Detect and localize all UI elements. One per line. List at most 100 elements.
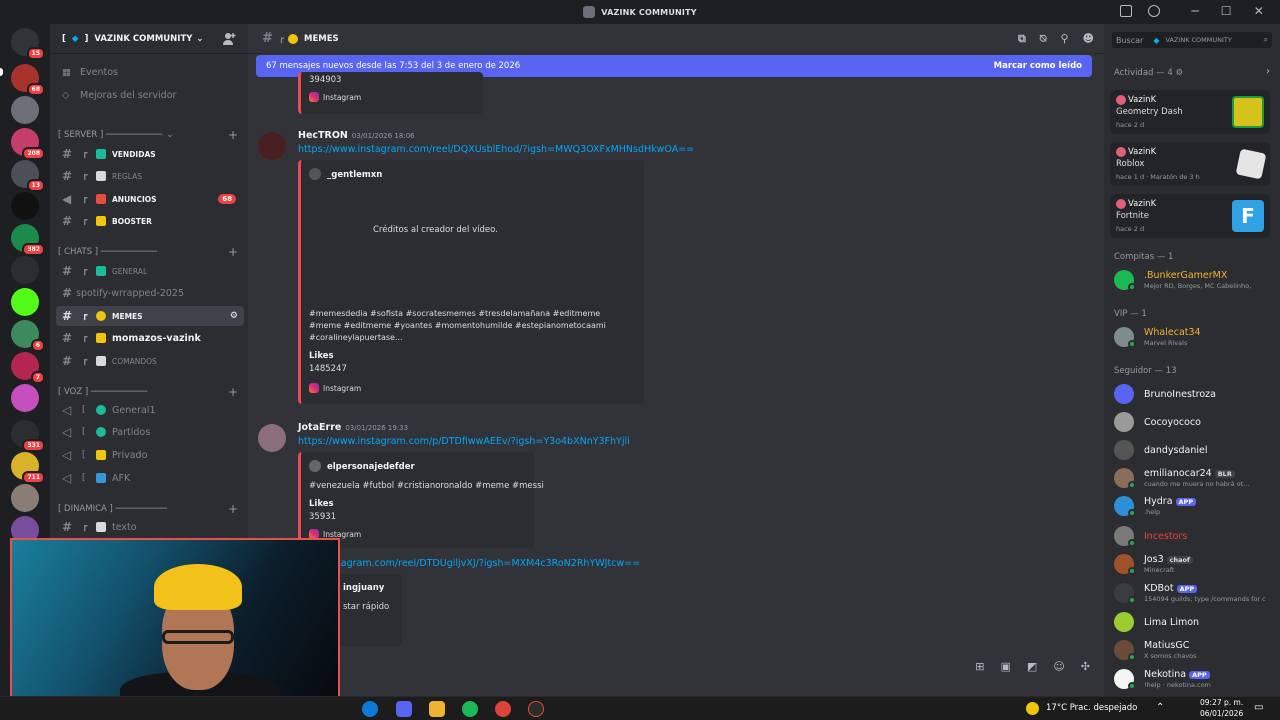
message-link[interactable]: https://www.instagram.com/reel/DQXUsblEh… <box>298 144 694 155</box>
member-item[interactable]: BrunoInestroza <box>1114 381 1274 407</box>
emoji-icon[interactable]: ☺ <box>1053 660 1064 673</box>
chevron-right-icon[interactable]: › <box>1266 66 1270 77</box>
member-item[interactable]: Nekotina APP !help · nekotina.com <box>1114 666 1274 692</box>
close-button[interactable]: ✕ <box>1254 4 1264 18</box>
member-item[interactable]: Whalecat34 Marvel Rivals <box>1114 324 1274 350</box>
server-icon[interactable] <box>11 484 39 512</box>
voice-channel-partidos[interactable]: ◁ [ Partidos <box>56 422 244 442</box>
voice-channel-afk[interactable]: ◁ [ AFK <box>56 468 244 488</box>
member-item[interactable]: KDBot APP 154094 guilds; type /commands f… <box>1114 580 1274 606</box>
clock-time[interactable]: 09:27 p. m. <box>1200 698 1243 707</box>
member-item[interactable]: Lima Limon <box>1114 609 1274 635</box>
channel-comandos[interactable]: # ┏ COMANDOS <box>56 351 244 371</box>
add-channel-icon[interactable]: + <box>228 502 238 516</box>
embed-author[interactable]: elpersonajedefder <box>327 462 415 472</box>
channel-memes[interactable]: # ┏ MEMES ⚙ <box>56 306 244 326</box>
server-boost-item[interactable]: ◇ Mejoras del servidor <box>56 85 244 105</box>
member-item[interactable]: Hydra APP .help <box>1114 493 1274 519</box>
server-icon[interactable]: 13 <box>11 160 45 192</box>
edge-icon[interactable] <box>362 701 378 717</box>
add-channel-icon[interactable]: + <box>228 385 238 399</box>
app-icon[interactable] <box>528 701 544 717</box>
member-item[interactable]: dandysdaniel <box>1114 437 1274 463</box>
file-explorer-icon[interactable] <box>429 701 445 717</box>
author-name[interactable]: JotaErre <box>298 422 341 433</box>
embed-author[interactable]: ingjuany <box>343 583 384 593</box>
add-member-icon[interactable] <box>222 32 236 46</box>
message-link[interactable]: https://www.instagram.com/p/DTDfiwwAEEv/… <box>298 436 630 447</box>
gift-icon[interactable]: ⊞ <box>975 660 984 673</box>
member-item[interactable]: Jos3 chaof Minecraft <box>1114 551 1274 577</box>
avatar[interactable] <box>258 424 286 452</box>
settings-gear-icon[interactable]: ⚙ <box>230 311 238 321</box>
server-icon[interactable]: 711 <box>11 452 45 484</box>
server-header[interactable]: [◆] VAZINK COMMUNITY ⌄ <box>50 24 248 54</box>
maximize-button[interactable]: ☐ <box>1221 4 1232 18</box>
server-icon[interactable] <box>11 256 39 284</box>
weather-text[interactable]: 17°C Prac. despejado <box>1046 703 1137 713</box>
voice-channel-privado[interactable]: ◁ [ Privado <box>56 445 244 465</box>
events-item[interactable]: ▦ Eventos <box>56 62 244 82</box>
minimize-button[interactable]: ─ <box>1191 4 1198 18</box>
member-item[interactable]: Incestors <box>1114 523 1274 549</box>
spotify-icon[interactable] <box>462 701 478 717</box>
notification-icon[interactable]: ▭ <box>1254 702 1263 713</box>
server-icon[interactable]: 331 <box>11 420 45 452</box>
server-icon[interactable] <box>11 384 39 412</box>
member-name: emilianocar24 BLR <box>1144 468 1235 479</box>
channel-label: spotify-wrrapped-2025 <box>76 287 184 299</box>
member-item[interactable]: MatiusGC X somos chavos <box>1114 637 1274 663</box>
channel-reglas[interactable]: # ┏ REGLAS <box>56 166 244 186</box>
category-chats[interactable]: [ CHATS ] ─────────── + <box>58 245 242 259</box>
sticker-icon[interactable]: ◩ <box>1027 660 1037 673</box>
direct-messages-button[interactable]: 15 <box>11 28 45 60</box>
chrome-icon[interactable] <box>495 701 511 717</box>
voice-channel-general1[interactable]: ◁ [ General1 <box>56 400 244 420</box>
avatar[interactable] <box>258 132 286 160</box>
pin-icon[interactable]: ⚲ <box>1060 32 1068 46</box>
server-icon[interactable]: 6 <box>11 320 45 352</box>
server-icon[interactable] <box>11 96 39 124</box>
member-item[interactable]: .BunkerGamerMX Mejor RD, Borges, MC Cabe… <box>1114 267 1274 293</box>
add-channel-icon[interactable]: + <box>228 245 238 259</box>
mark-as-read-button[interactable]: Marcar como leído <box>994 61 1082 71</box>
server-icon[interactable]: 208 <box>11 128 45 160</box>
threads-icon[interactable]: ⧉ <box>1018 32 1026 46</box>
kick-server-icon[interactable] <box>11 288 39 316</box>
channel-general[interactable]: # ┏ GENERAL <box>56 261 244 281</box>
help-icon[interactable] <box>1148 5 1160 17</box>
channel-spotify-wrrapped[interactable]: # spotify-wrrapped-2025 <box>56 283 244 303</box>
add-channel-icon[interactable]: + <box>228 128 238 142</box>
chevron-up-icon[interactable]: ⌃ <box>1156 702 1164 713</box>
gif-icon[interactable]: ▣ <box>1001 660 1011 673</box>
member-list-icon[interactable]: ☻ <box>1083 32 1094 46</box>
apps-icon[interactable]: ✣ <box>1081 660 1090 673</box>
gear-icon[interactable]: ⚙ <box>1175 68 1183 78</box>
activity-card[interactable]: VazinK Geometry Dash hace 2 d <box>1110 90 1270 134</box>
member-item[interactable]: emilianocar24 BLR cuando me muera no habr… <box>1114 465 1274 491</box>
channel-momazos-vazink[interactable]: # ┏ momazos-vazink <box>56 328 244 348</box>
message-link[interactable]: www.instagram.com/reel/DTDUgiljvXJ/?igsh… <box>298 558 640 569</box>
category-server[interactable]: [ SERVER ] ─────────── ⌄ + <box>58 128 242 142</box>
clock-date[interactable]: 06/01/2026 <box>1200 709 1243 718</box>
server-icon[interactable]: 7 <box>11 352 45 384</box>
channel-anuncios[interactable]: ◀ ┏ ANUNCIOS 68 <box>56 189 244 209</box>
activity-card[interactable]: VazinK Roblox hace 1 d · Maratón de 3 h <box>1110 142 1270 186</box>
tiktok-server-icon[interactable] <box>11 192 39 220</box>
server-icon[interactable]: 382 <box>11 224 45 256</box>
category-voz[interactable]: [ VOZ ] ─────────── + <box>58 385 242 399</box>
channel-texto[interactable]: # ┏ texto <box>56 517 244 537</box>
mute-bell-icon[interactable]: ⍉ <box>1040 32 1047 46</box>
activity-card[interactable]: VazinK Fortnite hace 2 d F <box>1110 194 1270 238</box>
discord-taskbar-icon[interactable] <box>396 701 412 717</box>
member-item[interactable]: Cocoyococo <box>1114 409 1274 435</box>
channel-vendidas[interactable]: # ┏ VENDIDAS <box>56 144 244 164</box>
avatar <box>1116 147 1126 157</box>
server-icon[interactable]: 68 <box>11 64 45 96</box>
channel-booster[interactable]: # ┏ BOOSTER <box>56 211 244 231</box>
embed-author[interactable]: _gentlemxn <box>327 170 382 180</box>
search-input[interactable]: Buscar ◆ VAZINK COMMUNITY ⌕ <box>1112 32 1272 48</box>
inbox-icon[interactable] <box>1120 5 1132 17</box>
author-name[interactable]: HecTRON <box>298 130 348 141</box>
category-dinamica[interactable]: [ DINAMICA ] ────────── + <box>58 502 242 516</box>
